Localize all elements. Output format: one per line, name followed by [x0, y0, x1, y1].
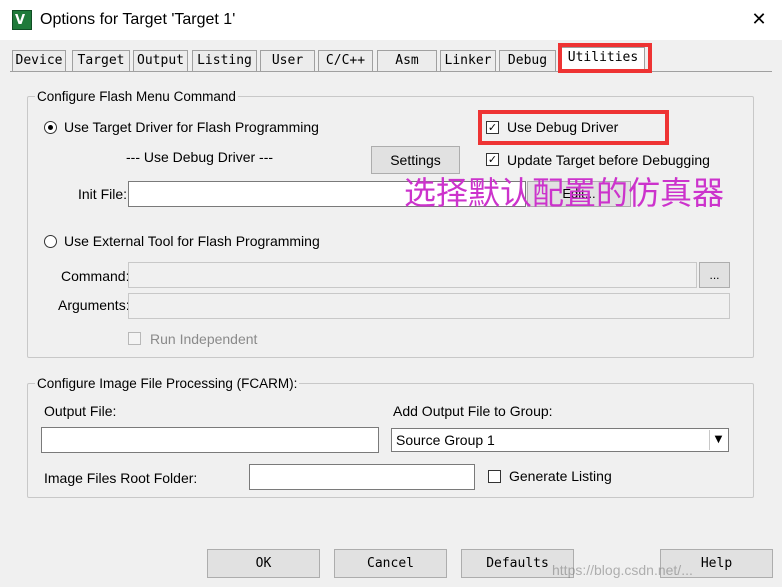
debug-driver-note: --- Use Debug Driver ---: [126, 149, 274, 165]
group-select-value: Source Group 1: [396, 432, 495, 448]
tab-listing[interactable]: Listing: [192, 50, 257, 72]
output-file-label: Output File:: [44, 403, 117, 419]
command-label: Command:: [61, 268, 130, 284]
group-select[interactable]: Source Group 1 ▼: [391, 428, 729, 452]
window-title: Options for Target 'Target 1': [40, 11, 236, 28]
update-target-checkbox[interactable]: ✓: [486, 153, 499, 166]
use-external-tool-radio[interactable]: [44, 235, 57, 248]
run-independent-label: Run Independent: [150, 331, 258, 347]
output-file-input[interactable]: [41, 427, 379, 453]
tab-asm[interactable]: Asm: [377, 50, 437, 72]
tab-debug[interactable]: Debug: [499, 50, 556, 72]
tab-output[interactable]: Output: [133, 50, 188, 72]
update-target-label: Update Target before Debugging: [507, 152, 710, 168]
tab-c-cpp[interactable]: C/C++: [318, 50, 373, 72]
image-group-title: Configure Image File Processing (FCARM):: [35, 376, 300, 392]
init-file-label: Init File:: [78, 186, 128, 202]
close-icon[interactable]: ✕: [744, 6, 774, 34]
generate-listing-label: Generate Listing: [509, 468, 612, 484]
watermark: https://blog.csdn.net/...: [552, 562, 693, 578]
root-folder-input[interactable]: [249, 464, 475, 490]
tab-divider: [10, 71, 772, 72]
tab-linker[interactable]: Linker: [440, 50, 496, 72]
use-target-driver-label: Use Target Driver for Flash Programming: [64, 119, 319, 135]
arguments-label: Arguments:: [58, 297, 130, 313]
arguments-input[interactable]: [128, 293, 730, 319]
command-input[interactable]: [128, 262, 697, 288]
app-icon: V: [12, 10, 32, 30]
ok-button[interactable]: OK: [207, 549, 320, 578]
tab-target[interactable]: Target: [72, 50, 130, 72]
use-external-tool-label: Use External Tool for Flash Programming: [64, 233, 320, 249]
root-folder-label: Image Files Root Folder:: [44, 470, 198, 486]
annotation-text: 选择默认配置的仿真器: [404, 175, 725, 211]
generate-listing-checkbox[interactable]: [488, 470, 501, 483]
flash-group-title: Configure Flash Menu Command: [35, 89, 238, 105]
add-to-group-label: Add Output File to Group:: [393, 403, 553, 419]
highlight-use-debug-driver: [478, 110, 669, 145]
browse-button[interactable]: ...: [699, 262, 730, 288]
settings-button[interactable]: Settings: [371, 146, 460, 174]
use-target-driver-radio[interactable]: [44, 121, 57, 134]
highlight-utilities-tab: [558, 43, 652, 73]
tab-device[interactable]: Device: [12, 50, 66, 72]
run-independent-checkbox[interactable]: [128, 332, 141, 345]
tab-user[interactable]: User: [260, 50, 315, 72]
cancel-button[interactable]: Cancel: [334, 549, 447, 578]
chevron-down-icon: ▼: [709, 430, 727, 450]
